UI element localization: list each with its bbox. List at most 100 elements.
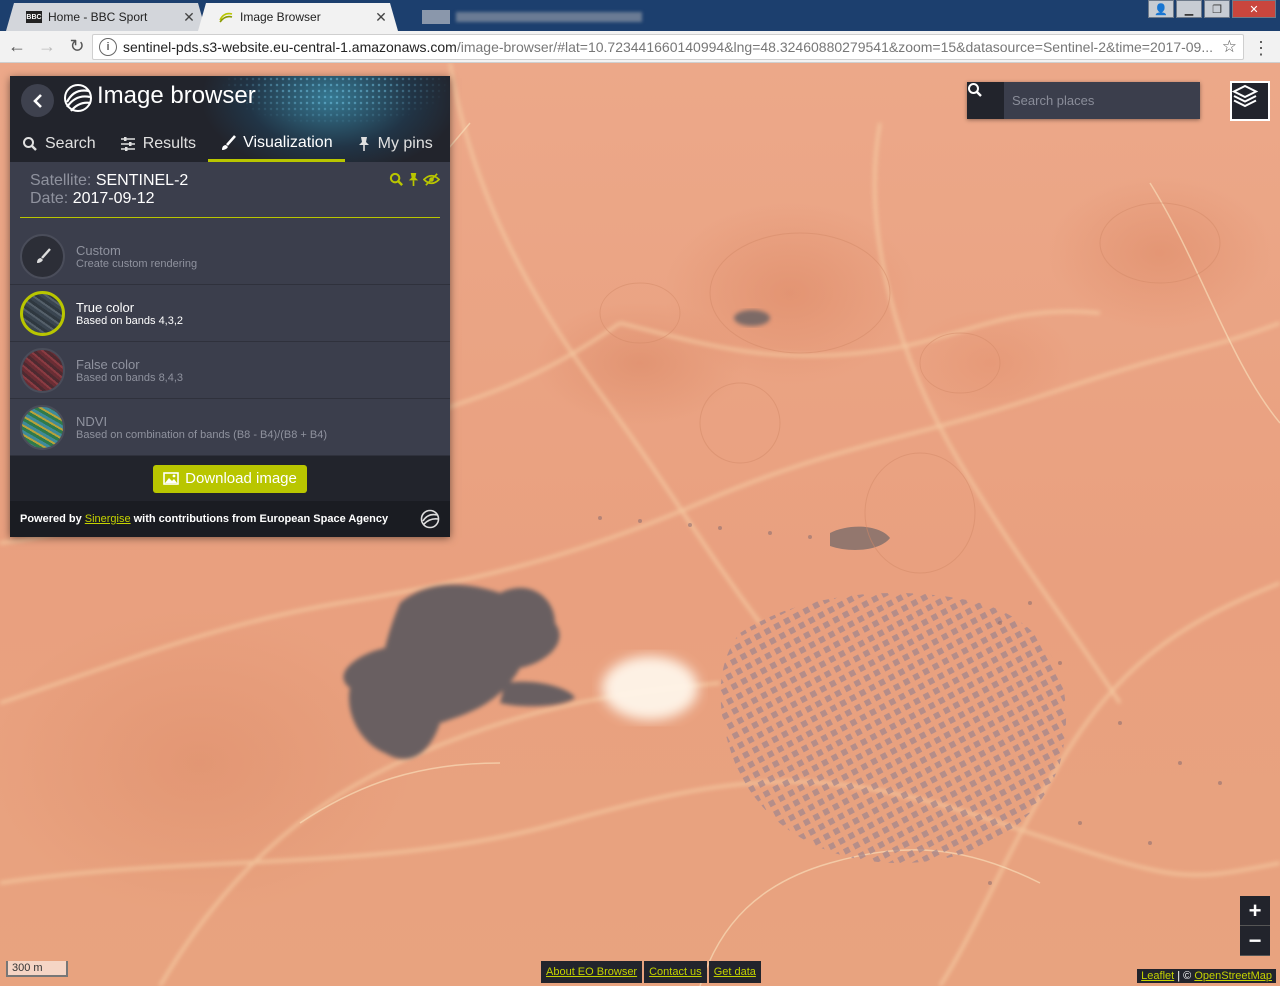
- powered-by-footer: Powered by Sinergise with contributions …: [10, 501, 450, 537]
- chevron-left-icon: [32, 93, 42, 108]
- powered-suffix: with contributions from European Space A…: [133, 513, 389, 525]
- scale-bar: 300 m: [6, 961, 68, 977]
- brush-icon: [220, 134, 237, 151]
- date-value: 2017-09-12: [72, 190, 155, 207]
- url-host: sentinel-pds.s3-website.eu-central-1.ama…: [123, 39, 457, 55]
- contact-us-link[interactable]: Contact us: [644, 961, 707, 983]
- visualization-subtitle: Based on bands 8,4,3: [76, 371, 184, 384]
- ndvi-thumb: [20, 404, 65, 450]
- footer-links: About EO Browser Contact us Get data: [541, 961, 761, 983]
- visualization-title: NDVI: [76, 413, 108, 429]
- search-icon: [22, 136, 38, 152]
- pin-result-icon[interactable]: [407, 172, 420, 187]
- zoom-to-result-icon[interactable]: [389, 172, 404, 187]
- tab-my-pins[interactable]: My pins: [345, 126, 445, 162]
- minimize-icon[interactable]: ▁: [1176, 0, 1202, 18]
- visualization-text: False color Based on bands 8,4,3: [76, 357, 183, 384]
- divider: [20, 217, 440, 218]
- visualization-ndvi[interactable]: NDVI Based on combination of bands (B8 -…: [10, 399, 450, 456]
- about-eo-browser-link[interactable]: About EO Browser: [541, 961, 643, 983]
- tab-title: [456, 12, 642, 22]
- zoom-in-button[interactable]: +: [1240, 896, 1270, 926]
- esa-logo-icon: [420, 509, 440, 529]
- tab-search[interactable]: Search: [10, 126, 108, 162]
- maximize-icon[interactable]: ❐: [1204, 0, 1230, 18]
- sliders-icon: [120, 137, 136, 151]
- tab-label: Visualization: [243, 133, 333, 151]
- tab-label: Results: [142, 135, 197, 152]
- visualization-title: Custom: [76, 242, 121, 258]
- visualization-text: True color Based on bands 4,3,2: [76, 300, 183, 327]
- satellite-label: Satellite:: [30, 172, 92, 189]
- pin-icon: [357, 136, 371, 152]
- window-controls: 👤 ▁ ❐ ✕: [1148, 0, 1276, 18]
- visualization-false-color[interactable]: False color Based on bands 8,4,3: [10, 342, 450, 399]
- browser-tab-bbc-sport[interactable]: BBC Home - BBC Sport ✕: [6, 3, 206, 31]
- tab-title: Home - BBC Sport: [48, 10, 148, 24]
- result-actions: [389, 172, 440, 187]
- visualization-list: Custom Create custom rendering True colo…: [10, 228, 450, 456]
- map-attribution: Leaflet | © OpenStreetMap: [1137, 969, 1276, 983]
- attribution-separator: | ©: [1174, 970, 1195, 982]
- openstreetmap-link[interactable]: OpenStreetMap: [1194, 970, 1272, 982]
- download-row: Download image: [10, 456, 450, 501]
- image-browser-panel: Image browser Search Results Visualizati…: [10, 76, 450, 537]
- browser-tabstrip: BBC Home - BBC Sport ✕ Image Browser ✕ 👤…: [0, 0, 1280, 31]
- profile-icon[interactable]: 👤: [1148, 0, 1174, 18]
- url-path: /image-browser/#lat=10.723441660140994&l…: [456, 39, 1214, 55]
- tab-label: My pins: [377, 135, 433, 152]
- tab-close-icon[interactable]: ✕: [374, 9, 388, 26]
- bbc-favicon-icon: BBC: [26, 11, 42, 23]
- download-image-button[interactable]: Download image: [153, 464, 307, 493]
- search-places-box: [967, 82, 1200, 119]
- close-window-icon[interactable]: ✕: [1232, 0, 1276, 18]
- visualization-subtitle: Based on bands 4,3,2: [76, 314, 184, 327]
- tab-label: Search: [45, 135, 96, 152]
- reload-icon[interactable]: ↻: [64, 34, 90, 60]
- visualization-text: NDVI Based on combination of bands (B8 -…: [76, 414, 327, 441]
- leaflet-link[interactable]: Leaflet: [1141, 970, 1174, 982]
- sentinel-hub-logo-icon: [64, 84, 92, 112]
- tab-results[interactable]: Results: [108, 126, 208, 162]
- info-icon[interactable]: i: [99, 38, 117, 56]
- address-bar[interactable]: i sentinel-pds.s3-website.eu-central-1.a…: [92, 34, 1244, 60]
- search-icon[interactable]: [967, 82, 1004, 119]
- satellite-value: SENTINEL-2: [95, 172, 189, 189]
- panel-title: Image browser: [97, 82, 256, 109]
- hide-result-eye-icon[interactable]: [423, 172, 440, 187]
- sinergise-link[interactable]: Sinergise: [85, 513, 131, 525]
- tab-close-icon[interactable]: ✕: [182, 9, 196, 26]
- bookmark-star-icon[interactable]: ☆: [1222, 37, 1237, 57]
- browser-menu-icon[interactable]: ⋮: [1252, 38, 1270, 59]
- back-button[interactable]: [21, 84, 54, 117]
- layers-icon[interactable]: [1230, 81, 1270, 121]
- true-color-thumb: [20, 290, 65, 336]
- visualization-title: False color: [76, 356, 140, 372]
- browser-tab-image-browser[interactable]: Image Browser ✕: [198, 3, 398, 31]
- zoom-control: + −: [1240, 896, 1270, 956]
- custom-thumb: [20, 233, 65, 279]
- sentinel-hub-favicon-icon: [218, 11, 234, 23]
- panel-header: Image browser Search Results Visualizati…: [10, 76, 450, 162]
- date-label: Date:: [30, 190, 69, 207]
- forward-arrow-icon[interactable]: →: [34, 34, 60, 60]
- browser-toolbar: ← → ↻ i sentinel-pds.s3-website.eu-centr…: [0, 31, 1280, 63]
- image-icon: [163, 472, 179, 485]
- false-color-thumb: [20, 347, 65, 393]
- visualization-custom[interactable]: Custom Create custom rendering: [10, 228, 450, 285]
- get-data-link[interactable]: Get data: [708, 961, 761, 983]
- visualization-subtitle: Create custom rendering: [76, 257, 198, 270]
- back-arrow-icon[interactable]: ←: [4, 34, 30, 60]
- visualization-text: Custom Create custom rendering: [76, 243, 197, 270]
- browser-tab-blurred[interactable]: [402, 3, 652, 31]
- visualization-subtitle: Based on combination of bands (B8 - B4)/…: [76, 428, 328, 441]
- tab-visualization[interactable]: Visualization: [208, 126, 345, 162]
- satellite-info: Satellite: SENTINEL-2 Date: 2017-09-12: [10, 162, 450, 218]
- visualization-title: True color: [76, 299, 135, 315]
- visualization-true-color[interactable]: True color Based on bands 4,3,2: [10, 285, 450, 342]
- blurred-favicon-icon: [422, 10, 450, 24]
- satellite-row: Satellite: SENTINEL-2: [30, 172, 430, 190]
- download-label: Download image: [185, 470, 297, 487]
- zoom-out-button[interactable]: −: [1240, 926, 1270, 956]
- search-places-input[interactable]: [1004, 82, 1200, 119]
